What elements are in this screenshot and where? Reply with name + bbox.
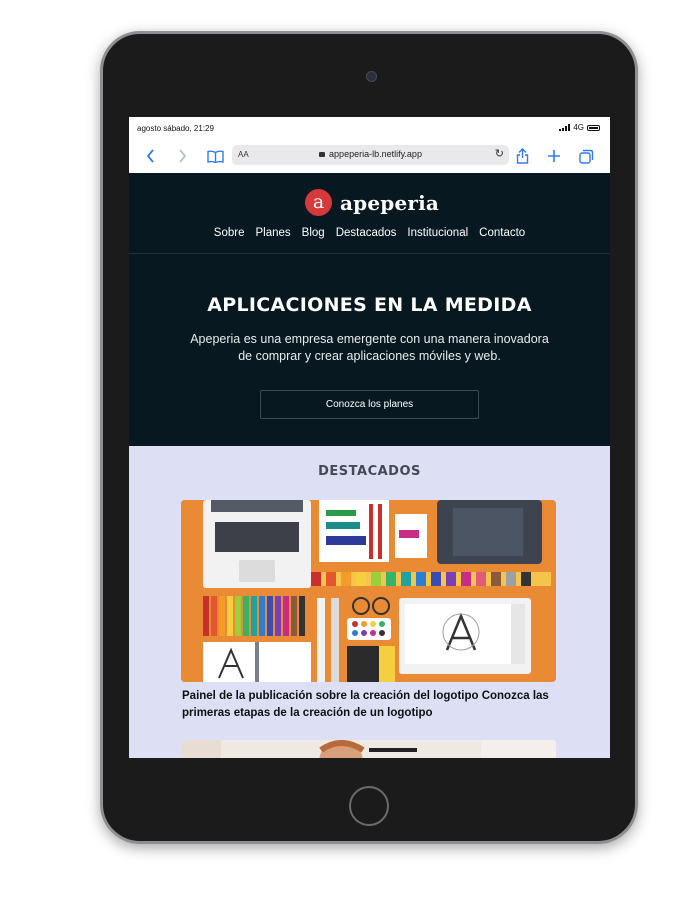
site-logo[interactable]: a apeperia bbox=[305, 189, 439, 216]
featured-section: DESTACADOS Painel de la publicación sobr… bbox=[129, 446, 610, 758]
featured-heading: DESTACADOS bbox=[318, 464, 421, 479]
pencil-row bbox=[311, 572, 551, 586]
status-time: agosto sábado, 21:29 bbox=[137, 124, 214, 133]
reload-icon[interactable]: ↻ bbox=[495, 147, 504, 160]
logo-badge: a bbox=[305, 189, 332, 216]
logo-text: apeperia bbox=[340, 190, 440, 215]
address-bar[interactable]: AA appeperia-lb.netlify.app ↻ bbox=[232, 145, 509, 165]
main-nav: Sobre Planes Blog Destacados Institucion… bbox=[129, 227, 610, 239]
share-icon[interactable] bbox=[514, 143, 530, 169]
screen: agosto sábado, 21:29 4G AA appeperia-lb.… bbox=[129, 117, 610, 758]
home-button[interactable] bbox=[349, 786, 389, 826]
hero-section: APLICACIONES EN LA MEDIDA Apeperia es un… bbox=[129, 254, 610, 446]
url-display[interactable]: appeperia-lb.netlify.app bbox=[232, 149, 509, 159]
signal-icon bbox=[559, 124, 571, 131]
hero-subtitle: Apeperia es una empresa emergente con un… bbox=[190, 332, 549, 363]
new-tab-icon[interactable] bbox=[546, 143, 562, 169]
battery-icon bbox=[587, 124, 600, 131]
nav-item-destacados[interactable]: Destacados bbox=[336, 227, 397, 239]
url-text: appeperia-lb.netlify.app bbox=[329, 149, 422, 159]
nav-item-planes[interactable]: Planes bbox=[255, 227, 290, 239]
featured-card-image[interactable] bbox=[181, 500, 556, 682]
nav-item-blog[interactable]: Blog bbox=[302, 227, 325, 239]
nav-item-contacto[interactable]: Contacto bbox=[479, 227, 525, 239]
front-camera bbox=[366, 71, 377, 82]
status-indicators: 4G bbox=[559, 123, 600, 132]
status-bar: agosto sábado, 21:29 4G bbox=[129, 117, 610, 139]
design-tools-illustration bbox=[181, 500, 556, 682]
nav-item-institucional[interactable]: Institucional bbox=[407, 227, 468, 239]
portrait-illustration bbox=[181, 740, 556, 758]
browser-toolbar: AA appeperia-lb.netlify.app ↻ bbox=[129, 143, 610, 169]
bookmarks-icon[interactable] bbox=[206, 143, 224, 169]
lock-icon bbox=[319, 152, 326, 157]
site-header: a apeperia Sobre Planes Blog Destacados … bbox=[129, 173, 610, 254]
back-icon[interactable] bbox=[143, 143, 157, 169]
network-label: 4G bbox=[573, 123, 584, 132]
plans-button[interactable]: Conozca los planes bbox=[260, 390, 479, 419]
featured-card-image-2[interactable] bbox=[181, 740, 556, 758]
forward-icon[interactable] bbox=[175, 143, 189, 169]
hero-title: APLICACIONES EN LA MEDIDA bbox=[207, 294, 532, 316]
tabs-icon[interactable] bbox=[578, 143, 594, 169]
nav-item-sobre[interactable]: Sobre bbox=[214, 227, 245, 239]
featured-card-title[interactable]: Painel de la publicación sobre la creaci… bbox=[182, 688, 562, 722]
